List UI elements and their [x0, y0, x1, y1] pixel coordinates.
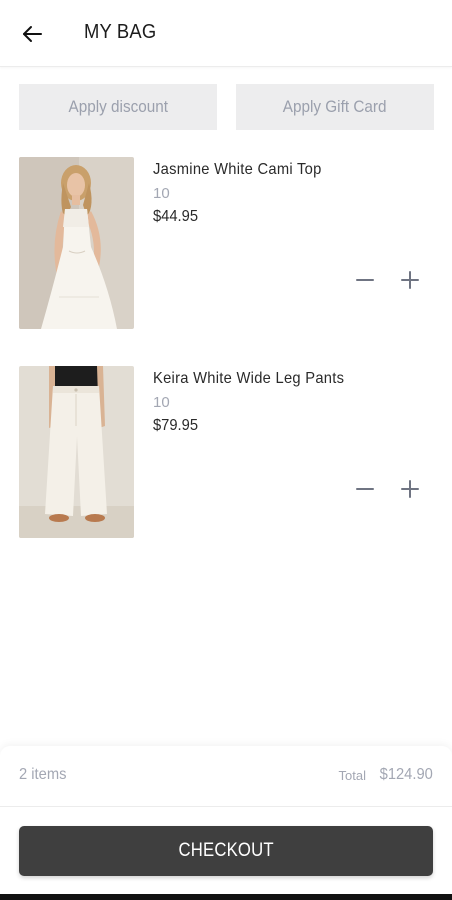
plus-icon [401, 271, 419, 289]
plus-icon [401, 480, 419, 498]
total-value: $124.90 [379, 766, 433, 783]
increase-quantity-button[interactable] [397, 267, 423, 293]
item-count: 2 items [19, 766, 67, 783]
model-white-cami-top-photo [19, 157, 134, 329]
total-label: Total [338, 768, 366, 783]
system-navigation-bar [0, 894, 452, 900]
apply-discount-label: Apply discount [68, 97, 168, 116]
product-thumbnail[interactable] [19, 366, 134, 538]
product-thumbnail[interactable] [19, 157, 134, 329]
increase-quantity-button[interactable] [397, 476, 423, 502]
product-size: 10 [153, 394, 170, 411]
product-name[interactable]: Jasmine White Cami Top [153, 161, 322, 179]
minus-icon [356, 279, 374, 281]
product-price: $79.95 [153, 417, 199, 434]
apply-gift-card-label: Apply Gift Card [283, 97, 387, 116]
back-button[interactable] [14, 16, 50, 52]
decrease-quantity-button[interactable] [352, 267, 378, 293]
product-price: $44.95 [153, 208, 199, 225]
page-title: MY BAG [84, 21, 157, 43]
decrease-quantity-button[interactable] [352, 476, 378, 502]
cart-item: Jasmine White Cami Top 10 $44.95 [0, 157, 452, 329]
apply-discount-button[interactable]: Apply discount [19, 84, 217, 130]
bag-footer: 2 items Total $124.90 CHECKOUT [0, 746, 452, 900]
checkout-button[interactable]: CHECKOUT [19, 826, 433, 876]
product-name[interactable]: Keira White Wide Leg Pants [153, 370, 344, 388]
cart-item: Keira White Wide Leg Pants 10 $79.95 [0, 366, 452, 538]
checkout-label: CHECKOUT [178, 840, 274, 861]
model-white-wide-leg-pants-photo [19, 366, 134, 538]
arrow-left-icon [23, 26, 42, 42]
product-size: 10 [153, 185, 170, 202]
apply-gift-card-button[interactable]: Apply Gift Card [236, 84, 434, 130]
app-header: MY BAG [0, 0, 452, 67]
minus-icon [356, 488, 374, 490]
order-summary: 2 items Total $124.90 [0, 746, 452, 807]
